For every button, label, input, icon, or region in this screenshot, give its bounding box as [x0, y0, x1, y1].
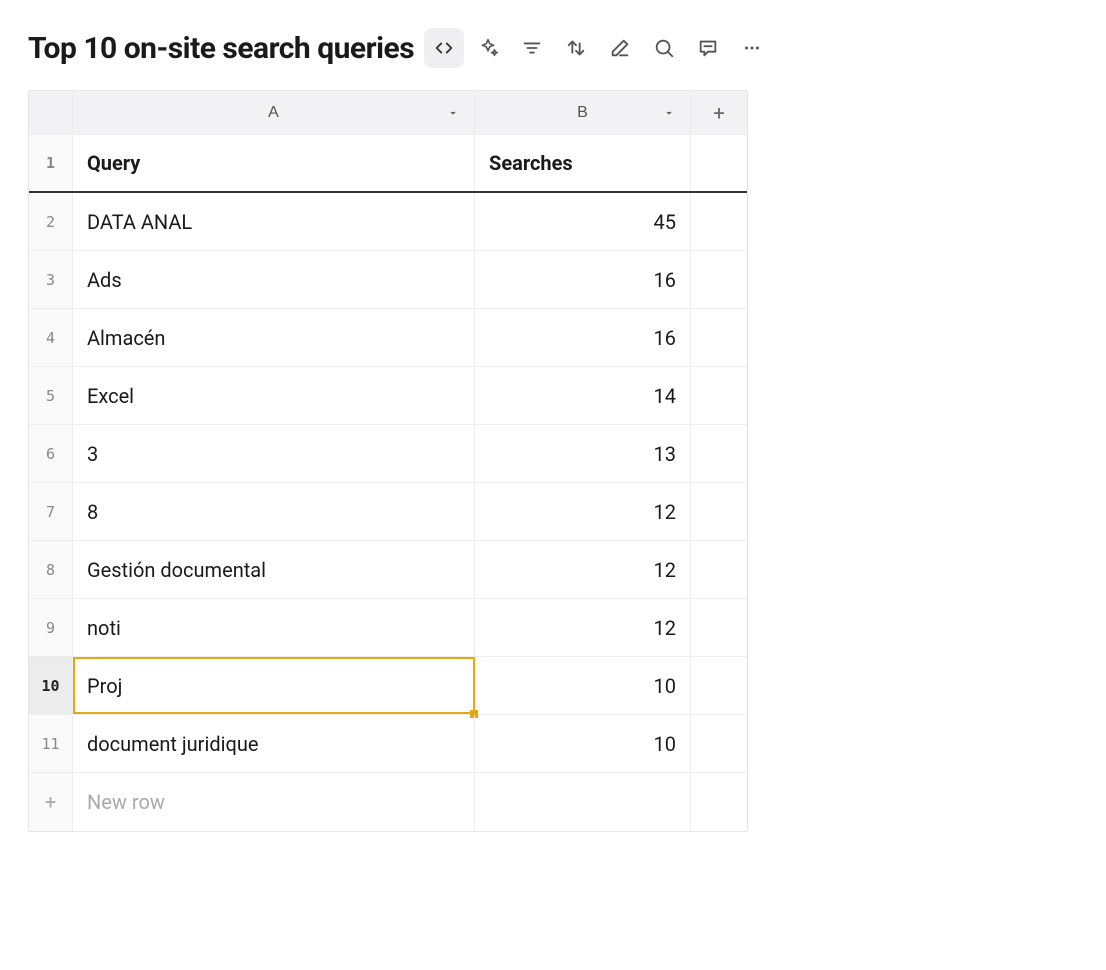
table-row: 5 Excel 14: [29, 367, 747, 425]
column-header-row: A B +: [29, 91, 747, 135]
add-column-button[interactable]: +: [691, 91, 747, 134]
search-icon: [653, 37, 675, 59]
table-row: 6 3 13: [29, 425, 747, 483]
comment-icon: [697, 37, 719, 59]
cell-query[interactable]: DATA ANAL: [73, 193, 475, 250]
code-icon: [433, 37, 455, 59]
row-number[interactable]: 1: [29, 135, 73, 191]
new-row[interactable]: + New row: [29, 773, 747, 831]
comment-button[interactable]: [688, 28, 728, 68]
cell-searches[interactable]: 12: [475, 541, 691, 598]
sort-button[interactable]: [556, 28, 596, 68]
row-number[interactable]: 9: [29, 599, 73, 656]
header: Top 10 on-site search queries: [28, 28, 1078, 68]
column-letter: B: [577, 104, 588, 122]
column-header-B[interactable]: B: [475, 91, 691, 134]
cell-query-selected[interactable]: Proj: [73, 657, 475, 714]
filter-icon: [521, 37, 543, 59]
cell-searches[interactable]: 12: [475, 483, 691, 540]
ai-sparkle-button[interactable]: [468, 28, 508, 68]
cell-query[interactable]: noti: [73, 599, 475, 656]
row-number[interactable]: 5: [29, 367, 73, 424]
table-row: 3 Ads 16: [29, 251, 747, 309]
sort-icon: [565, 37, 587, 59]
table-row: 4 Almacén 16: [29, 309, 747, 367]
table-row: 9 noti 12: [29, 599, 747, 657]
row-number[interactable]: 8: [29, 541, 73, 598]
cell-searches[interactable]: 14: [475, 367, 691, 424]
corner-cell[interactable]: [29, 91, 73, 134]
table-row: 7 8 12: [29, 483, 747, 541]
row-number[interactable]: 10: [29, 657, 73, 714]
column-letter: A: [268, 104, 279, 122]
edit-icon: [609, 37, 631, 59]
filter-button[interactable]: [512, 28, 552, 68]
cell-query[interactable]: Almacén: [73, 309, 475, 366]
cell-query[interactable]: Excel: [73, 367, 475, 424]
table-header-row: 1 Query Searches: [29, 135, 747, 193]
edit-button[interactable]: [600, 28, 640, 68]
column-header-A[interactable]: A: [73, 91, 475, 134]
cell-query[interactable]: Ads: [73, 251, 475, 308]
header-cell-query[interactable]: Query: [73, 135, 475, 191]
new-row-label[interactable]: New row: [73, 773, 475, 831]
search-button[interactable]: [644, 28, 684, 68]
cell-searches[interactable]: 10: [475, 657, 691, 714]
row-number[interactable]: 7: [29, 483, 73, 540]
row-number[interactable]: 4: [29, 309, 73, 366]
cell-query[interactable]: document juridique: [73, 715, 475, 772]
cell-searches[interactable]: 45: [475, 193, 691, 250]
table-row: 8 Gestión documental 12: [29, 541, 747, 599]
chevron-down-icon[interactable]: [446, 106, 460, 120]
spreadsheet: A B + 1 Query Searches 2 DATA ANAL 45 3 …: [28, 90, 748, 832]
row-number[interactable]: 11: [29, 715, 73, 772]
header-cell-searches[interactable]: Searches: [475, 135, 691, 191]
cell-searches[interactable]: 16: [475, 309, 691, 366]
cell-searches[interactable]: 16: [475, 251, 691, 308]
cell-query[interactable]: Gestión documental: [73, 541, 475, 598]
more-icon: [741, 37, 763, 59]
table-row: 2 DATA ANAL 45: [29, 193, 747, 251]
code-toggle-button[interactable]: [424, 28, 464, 68]
cell-query[interactable]: 3: [73, 425, 475, 482]
more-button[interactable]: [732, 28, 772, 68]
cell-searches[interactable]: 12: [475, 599, 691, 656]
row-number[interactable]: 3: [29, 251, 73, 308]
row-number[interactable]: 6: [29, 425, 73, 482]
cell-searches[interactable]: 13: [475, 425, 691, 482]
table-row: 11 document juridique 10: [29, 715, 747, 773]
row-number[interactable]: 2: [29, 193, 73, 250]
cell-query[interactable]: 8: [73, 483, 475, 540]
cell-searches[interactable]: 10: [475, 715, 691, 772]
sparkle-icon: [477, 37, 499, 59]
chevron-down-icon[interactable]: [662, 106, 676, 120]
page-title: Top 10 on-site search queries: [28, 31, 414, 66]
table-row: 10 Proj 10: [29, 657, 747, 715]
toolbar: [424, 28, 772, 68]
add-row-button[interactable]: +: [29, 773, 73, 831]
